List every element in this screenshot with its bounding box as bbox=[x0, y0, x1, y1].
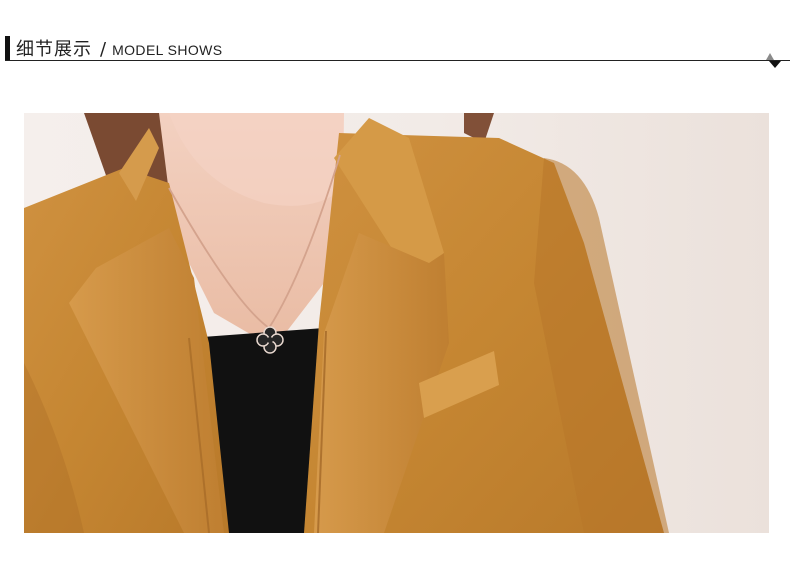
section-title-chinese: 细节展示 bbox=[16, 39, 92, 60]
model-photo-illustration bbox=[24, 113, 769, 533]
section-title-english: MODEL SHOWS bbox=[112, 42, 223, 58]
triangle-arrow-icon bbox=[766, 53, 781, 68]
product-detail-page: 细节展示 / MODEL SHOWS bbox=[0, 0, 790, 580]
title-accent-bar bbox=[5, 36, 10, 60]
section-title: 细节展示 / MODEL SHOWS bbox=[16, 35, 223, 61]
section-title-separator: / bbox=[100, 39, 107, 60]
title-divider bbox=[5, 60, 790, 61]
model-photo bbox=[24, 113, 769, 533]
section-header: 细节展示 / MODEL SHOWS bbox=[0, 0, 790, 70]
